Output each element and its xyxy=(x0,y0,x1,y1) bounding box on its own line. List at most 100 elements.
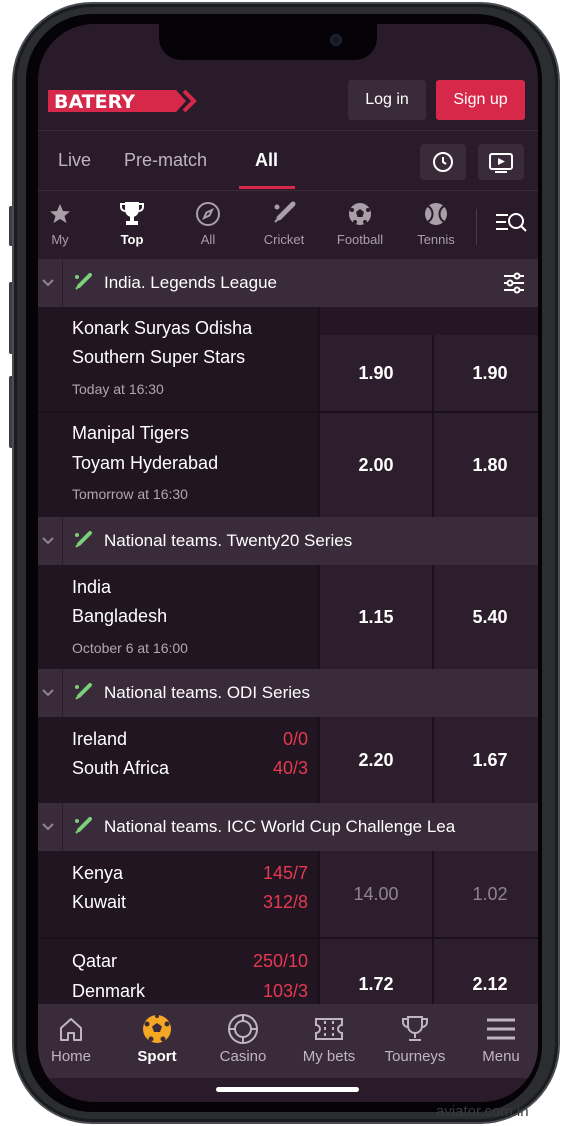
match-time: Tomorrow at 16:30 xyxy=(72,486,188,502)
filter-icon[interactable] xyxy=(502,271,526,295)
column-divider xyxy=(318,565,320,669)
video-icon xyxy=(489,153,513,173)
odd-button[interactable]: 14.00 xyxy=(320,851,432,937)
mode-tabs: Live Pre-match All xyxy=(38,130,538,190)
odd-button[interactable]: 1.67 xyxy=(434,717,538,803)
team-name: India xyxy=(72,577,112,597)
tab-pre-match[interactable]: Pre-match xyxy=(124,150,207,171)
bottom-navigation: Home Sport Casino My bets Tourneys Menu xyxy=(38,1004,538,1078)
league-header[interactable]: National teams. Twenty20 Series xyxy=(38,517,538,565)
sport-label: Football xyxy=(336,232,384,247)
team-name: Bangladesh xyxy=(72,606,168,626)
team-name: Ireland xyxy=(72,729,128,749)
football-icon xyxy=(322,199,398,229)
chevron-down-icon xyxy=(42,823,54,831)
column-divider xyxy=(432,413,434,517)
nav-label: Menu xyxy=(482,1048,520,1065)
league-header[interactable]: India. Legends League xyxy=(38,259,538,307)
login-button[interactable]: Log in xyxy=(348,80,426,120)
cricket-icon xyxy=(75,273,92,290)
nav-casino[interactable]: Casino xyxy=(200,1012,286,1065)
team-name: South Africa xyxy=(72,758,170,778)
column-divider xyxy=(318,851,320,937)
team-name: Toyam Hyderabad xyxy=(72,453,219,473)
nav-tourneys[interactable]: Tourneys xyxy=(372,1012,458,1065)
chevron-down-icon xyxy=(42,279,54,287)
clock-icon xyxy=(433,152,453,172)
match-row[interactable]: Kenya Kuwait 145/7 312/8 14.00 1.02 xyxy=(38,851,538,937)
odd-button[interactable]: 1.02 xyxy=(434,851,538,937)
column-divider xyxy=(432,335,434,411)
team-name: Denmark xyxy=(72,981,146,1001)
match-row[interactable]: India Bangladesh October 6 at 16:00 1.15… xyxy=(38,565,538,669)
odd-button[interactable]: 5.40 xyxy=(434,565,538,669)
logo-text: BATERY xyxy=(54,91,135,113)
nav-home[interactable]: Home xyxy=(38,1012,114,1065)
cricket-icon xyxy=(75,531,92,548)
nav-label: Home xyxy=(50,1048,91,1065)
odd-button[interactable]: 1.80 xyxy=(434,413,538,517)
match-row[interactable]: Ireland South Africa 0/0 40/3 2.20 1.67 xyxy=(38,717,538,803)
match-time: October 6 at 16:00 xyxy=(72,640,188,656)
home-icon xyxy=(38,1012,114,1046)
team-score: 40/3 xyxy=(272,758,308,778)
chevron-down-icon xyxy=(42,537,54,545)
match-teams: Qatar Denmark 250/10 103/3 xyxy=(38,939,318,1004)
odd-button[interactable]: 1.72 xyxy=(320,939,432,1004)
nav-menu[interactable]: Menu xyxy=(458,1012,538,1065)
cricket-icon xyxy=(75,817,92,834)
odd-button[interactable]: 2.12 xyxy=(434,939,538,1004)
odd-button[interactable]: 1.15 xyxy=(320,565,432,669)
signup-button[interactable]: Sign up xyxy=(436,80,525,120)
team-name: Qatar xyxy=(72,951,118,971)
batery-logo[interactable]: BATERY xyxy=(48,88,200,113)
sports-separator xyxy=(476,209,477,245)
match-row[interactable]: Manipal Tigers Toyam Hyderabad Tomorrow … xyxy=(38,413,538,517)
video-button[interactable] xyxy=(478,144,524,180)
tab-all[interactable]: All xyxy=(255,150,278,171)
camera-icon xyxy=(330,34,342,46)
sport-label: Tennis xyxy=(417,232,455,247)
watermark: aviator.com.in xyxy=(436,1103,529,1120)
chevron-down-icon xyxy=(42,689,54,697)
nav-my-bets[interactable]: My bets xyxy=(286,1012,372,1065)
nav-sport[interactable]: Sport xyxy=(114,1012,200,1065)
sport-all[interactable]: All xyxy=(170,199,246,247)
sport-my[interactable]: My xyxy=(38,199,98,247)
odd-button[interactable]: 2.00 xyxy=(320,413,432,517)
odd-button[interactable]: 1.90 xyxy=(320,335,432,411)
match-teams: Ireland South Africa 0/0 40/3 xyxy=(38,717,318,803)
team-score: 312/8 xyxy=(262,892,308,912)
sport-football[interactable]: Football xyxy=(322,199,398,247)
odd-button[interactable]: 1.90 xyxy=(434,335,538,411)
sports-filter: My Top All Cricket Football Tennis xyxy=(38,191,538,259)
league-header[interactable]: National teams. ODI Series xyxy=(38,669,538,717)
tab-live[interactable]: Live xyxy=(58,150,91,171)
search-list-icon[interactable] xyxy=(494,209,528,242)
column-divider xyxy=(318,413,320,517)
cricket-icon xyxy=(75,683,92,700)
ticket-icon xyxy=(286,1012,372,1046)
sport-label: All xyxy=(200,232,216,247)
sport-label: Top xyxy=(120,232,144,247)
match-teams: Manipal Tigers Toyam Hyderabad Tomorrow … xyxy=(38,413,318,517)
sport-tennis[interactable]: Tennis xyxy=(398,199,474,247)
home-indicator[interactable] xyxy=(216,1087,359,1092)
odd-button[interactable]: 2.20 xyxy=(320,717,432,803)
team-name: Kenya xyxy=(72,863,124,883)
events-list: India. Legends League 1 2 Konark Suryas … xyxy=(38,259,538,1004)
clock-button[interactable] xyxy=(420,144,466,180)
sport-cricket[interactable]: Cricket xyxy=(246,199,322,247)
league-header[interactable]: National teams. ICC World Cup Challenge … xyxy=(38,803,538,851)
team-score: 145/7 xyxy=(262,863,308,883)
team-score: 103/3 xyxy=(262,981,308,1001)
tennis-icon xyxy=(398,199,474,229)
sport-top[interactable]: Top xyxy=(94,199,170,247)
match-row[interactable]: Konark Suryas Odisha Southern Super Star… xyxy=(38,307,538,411)
match-row[interactable]: Qatar Denmark 250/10 103/3 1.72 2.12 xyxy=(38,939,538,1004)
app-screen: BATERY Log in Sign up Live Pre-match All xyxy=(38,24,538,1102)
trophy-icon xyxy=(94,199,170,229)
column-divider xyxy=(432,851,434,937)
column-divider xyxy=(318,717,320,803)
star-icon xyxy=(38,199,98,229)
